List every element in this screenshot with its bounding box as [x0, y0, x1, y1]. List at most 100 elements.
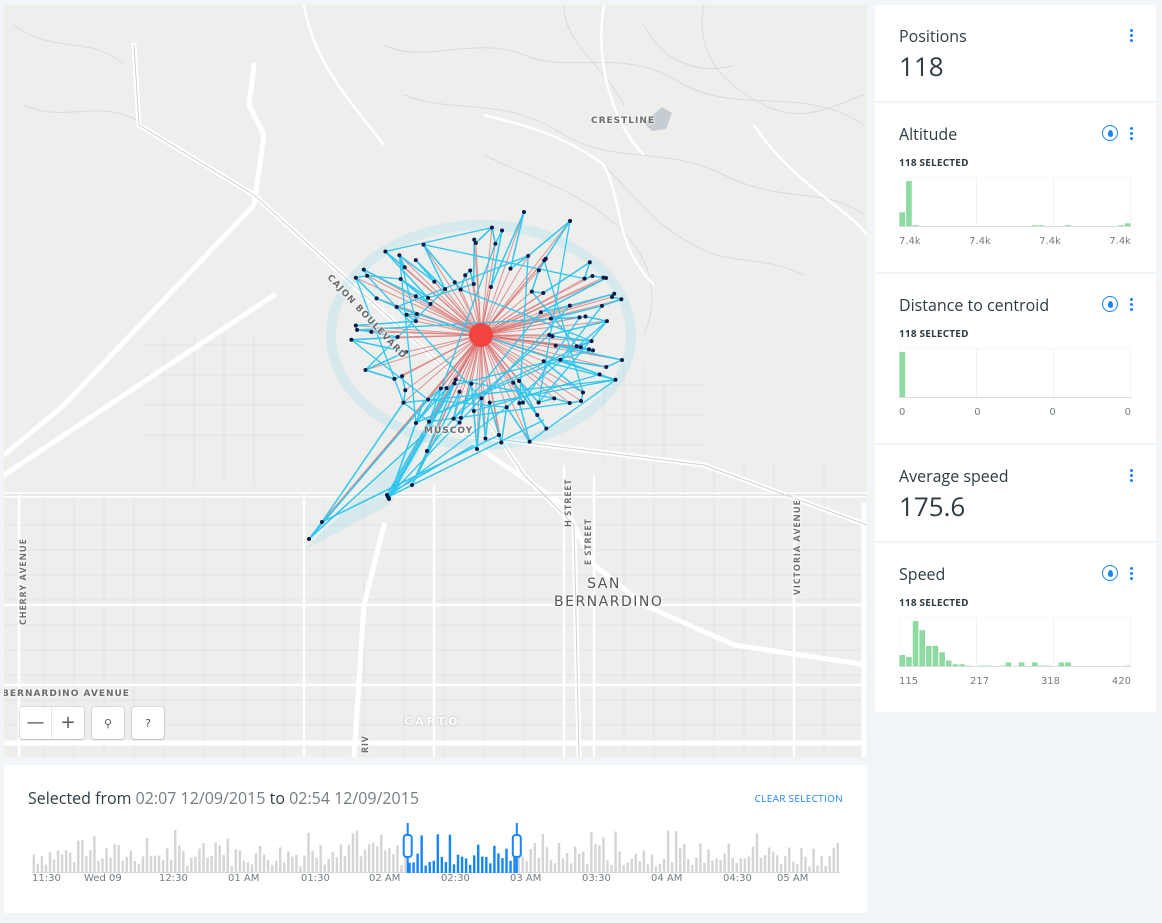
color-by-icon[interactable]	[1102, 565, 1118, 581]
position-point	[400, 374, 405, 379]
street-label-e: E STREET	[581, 518, 594, 565]
histogram[interactable]	[898, 176, 1132, 227]
selection-to: 02:54 12/09/2015	[289, 787, 419, 809]
time-bar	[489, 863, 492, 873]
time-bar	[468, 864, 472, 873]
time-bar	[771, 851, 775, 873]
time-bar	[206, 857, 209, 873]
time-bar	[303, 855, 306, 873]
time-bar	[727, 843, 730, 873]
brush-handle[interactable]	[402, 834, 413, 858]
time-bar	[481, 856, 484, 873]
time-bar	[178, 845, 181, 873]
brush-handle[interactable]	[511, 834, 522, 858]
time-bar	[662, 859, 666, 873]
position-point	[414, 312, 419, 317]
widget-options-icon[interactable]	[1126, 467, 1136, 483]
street-label-h: H STREET	[561, 478, 574, 527]
time-series-chart[interactable]	[32, 823, 840, 873]
time-bar	[460, 856, 464, 873]
carto-attribution[interactable]: CARTO	[404, 715, 460, 728]
time-bar	[36, 863, 40, 873]
time-bar	[129, 850, 132, 873]
time-bar	[380, 834, 383, 873]
centroid-marker	[469, 323, 493, 347]
widget-options-icon[interactable]	[1126, 27, 1136, 43]
time-bar	[275, 860, 278, 873]
position-point	[601, 275, 606, 280]
help-button[interactable]: ?	[132, 707, 164, 739]
selection-to-word: to	[269, 787, 285, 809]
position-point	[463, 273, 468, 278]
time-bar	[85, 856, 88, 873]
position-point	[590, 348, 595, 353]
color-by-icon[interactable]	[1102, 125, 1118, 141]
time-bar	[40, 855, 44, 873]
position-point	[517, 401, 522, 406]
time-series-header: Selected from 02:07 12/09/2015 to 02:54 …	[28, 787, 843, 809]
time-bar	[767, 847, 771, 873]
time-bar	[295, 854, 298, 873]
time-bar	[788, 847, 791, 873]
trajectory-line	[401, 375, 407, 391]
time-bar	[711, 860, 714, 873]
time-bar	[703, 862, 706, 873]
time-bar	[331, 851, 334, 873]
time-bar	[820, 855, 823, 873]
widget-options-icon[interactable]	[1126, 125, 1136, 141]
position-point	[581, 390, 586, 395]
position-point	[413, 319, 418, 324]
map[interactable]: CRESTLINE CAJON BOULEVARD MUSCOY H STREE…	[4, 5, 867, 757]
time-bar	[521, 856, 524, 873]
clear-selection-button[interactable]: CLEAR SELECTION	[755, 791, 843, 805]
position-point	[536, 268, 541, 273]
time-bar	[400, 865, 403, 873]
search-button[interactable]: ⚲	[92, 707, 124, 739]
time-bar	[141, 856, 145, 873]
time-bar	[836, 843, 839, 873]
time-bar	[808, 866, 811, 873]
position-point	[426, 295, 431, 300]
time-bar	[509, 860, 512, 873]
trajectory-line	[365, 369, 395, 380]
time-bar	[266, 859, 270, 873]
position-point	[535, 413, 540, 418]
time-bar	[828, 856, 831, 873]
position-point	[471, 409, 476, 414]
zoom-out-button[interactable]: —	[20, 707, 52, 739]
color-by-icon[interactable]	[1102, 296, 1118, 312]
time-bar	[258, 845, 262, 873]
time-bar	[525, 861, 528, 873]
position-point	[558, 357, 563, 362]
street-label-victoria: VICTORIA AVENUE	[790, 499, 803, 595]
position-point	[451, 416, 456, 421]
zoom-in-button[interactable]: +	[52, 707, 84, 739]
street-label-riv: RIV	[358, 735, 371, 753]
histogram[interactable]	[898, 347, 1132, 398]
time-bar	[299, 866, 302, 873]
axis-tick: 7.4k	[1039, 236, 1061, 247]
time-bar	[432, 860, 435, 873]
histogram-bar	[899, 352, 906, 398]
time-bar	[351, 833, 355, 873]
position-point	[489, 225, 494, 230]
widget-value: 118	[899, 48, 944, 84]
histogram-axis: 0 0 0 0	[899, 407, 1131, 418]
histogram-axis: 7.4k 7.4k 7.4k 7.4k	[899, 236, 1131, 247]
position-point	[383, 249, 388, 254]
time-bar	[759, 857, 763, 873]
time-bar	[226, 838, 229, 873]
widget-options-icon[interactable]	[1126, 296, 1136, 312]
time-bar	[650, 854, 654, 873]
time-bar	[157, 855, 161, 873]
axis-tick: 420	[1111, 676, 1131, 687]
time-bar	[582, 851, 585, 873]
time-bar	[73, 862, 76, 873]
position-point	[500, 228, 505, 233]
histogram-bar	[906, 181, 912, 227]
histogram[interactable]	[898, 616, 1132, 667]
time-axis-tick: 02 AM	[369, 873, 401, 884]
position-point	[587, 260, 592, 265]
widget-distance: Distance to centroid 118 SELECTED 0 0 0 …	[875, 274, 1156, 443]
widget-options-icon[interactable]	[1126, 565, 1136, 581]
